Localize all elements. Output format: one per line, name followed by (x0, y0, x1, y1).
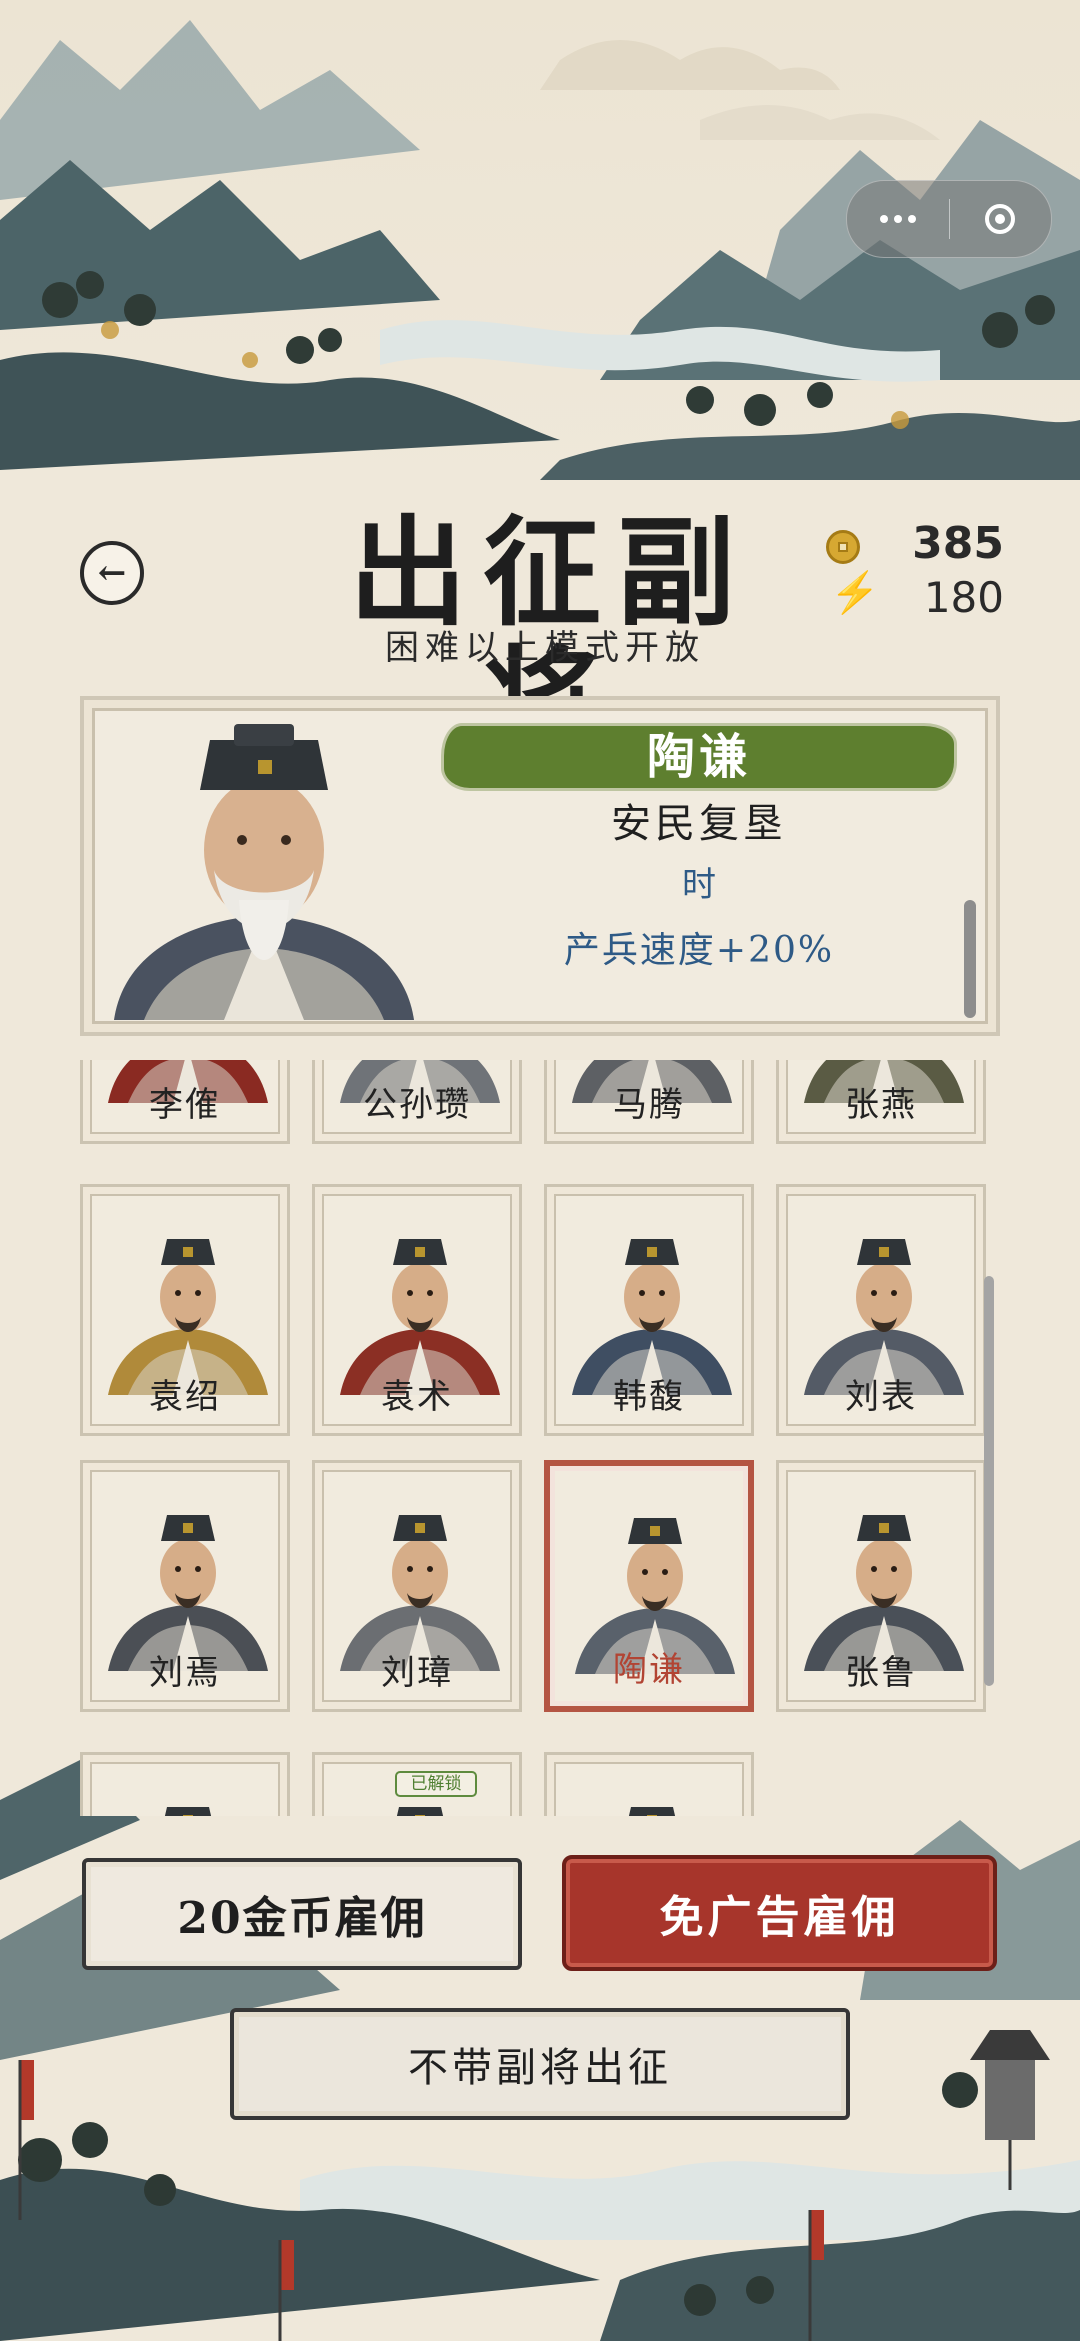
general-detail-panel: 陶谦 安民复垦 时 产兵速度+20% (80, 696, 1000, 1036)
general-card[interactable]: 公孙瓒 (312, 1060, 522, 1144)
general-card-name: 韩馥 (613, 1377, 685, 1417)
page-subtitle: 困难以上模式开放 (385, 628, 705, 668)
unlocked-badge: 已解锁 (395, 1771, 477, 1797)
general-portrait (804, 1239, 964, 1395)
general-card[interactable]: 马腾 (544, 1060, 754, 1144)
general-card[interactable]: 袁术 (312, 1184, 522, 1436)
general-portrait (804, 1515, 964, 1671)
general-skill-effect: 产兵速度+20% (563, 930, 835, 971)
general-card[interactable]: 刘表 (776, 1184, 986, 1436)
general-portrait (572, 1239, 732, 1395)
general-name-banner: 陶谦 (444, 726, 954, 788)
general-card-name: 刘焉 (149, 1653, 221, 1693)
hire-with-gold-label: 20金币雇佣 (177, 1893, 427, 1944)
general-name: 陶谦 (646, 729, 751, 785)
general-card[interactable]: 刘焉 (80, 1460, 290, 1712)
general-card[interactable]: 陶谦 (544, 1460, 754, 1712)
general-card-name: 张鲁 (845, 1653, 917, 1693)
energy-bolt-icon: ⚡ (830, 570, 880, 616)
general-card-name: 陶谦 (613, 1650, 685, 1690)
general-card[interactable]: 刘璋 (312, 1460, 522, 1712)
general-portrait (340, 1239, 500, 1395)
general-portrait (108, 1239, 268, 1395)
general-card[interactable]: 张鲁 (776, 1460, 986, 1712)
grid-scrollbar[interactable] (984, 1276, 994, 1686)
hire-with-gold-button[interactable]: 20金币雇佣 (82, 1858, 522, 1970)
march-without-general-label: 不带副将出征 (408, 2045, 672, 2091)
general-portrait (628, 1807, 676, 1816)
general-card-name: 刘璋 (381, 1653, 453, 1693)
back-button[interactable]: ← (80, 541, 144, 605)
hire-ad-free-button[interactable]: 免广告雇佣 (562, 1855, 997, 1971)
general-card-name: 袁绍 (149, 1377, 221, 1417)
general-card-name: 袁术 (381, 1377, 453, 1417)
general-skill-period: 时 (682, 865, 716, 905)
general-card-name: 公孙瓒 (363, 1085, 471, 1125)
general-portrait (340, 1515, 500, 1671)
general-card[interactable]: 李傕 (80, 1060, 290, 1144)
general-portrait (108, 1515, 268, 1671)
general-card-name: 马腾 (613, 1085, 685, 1125)
arrow-left-icon: ← (97, 553, 127, 593)
gold-coin-icon (826, 530, 860, 564)
general-card[interactable] (80, 1752, 290, 1816)
detail-scrollbar[interactable] (964, 900, 976, 1018)
general-card[interactable]: 已解锁 (312, 1752, 522, 1816)
more-dots-icon (879, 215, 916, 223)
general-grid[interactable]: 李傕 公孙瓒 马腾 张燕袁绍 袁术 韩馥 刘表刘焉 刘璋 陶谦 张鲁已解锁 (76, 1060, 996, 1816)
general-card[interactable]: 韩馥 (544, 1184, 754, 1436)
hire-ad-free-label: 免广告雇佣 (659, 1892, 900, 1943)
general-card[interactable]: 张燕 (776, 1060, 986, 1144)
energy-count: 180 (923, 573, 1004, 622)
general-portrait (164, 1807, 212, 1816)
general-card[interactable] (544, 1752, 754, 1816)
general-skill-name: 安民复垦 (611, 801, 787, 847)
general-card-name: 刘表 (845, 1377, 917, 1417)
march-without-general-button[interactable]: 不带副将出征 (230, 2008, 850, 2120)
miniprogram-capsule (846, 180, 1052, 258)
general-portrait-large (104, 720, 424, 1020)
more-menu-button[interactable] (847, 181, 949, 257)
general-card-name: 李傕 (149, 1085, 221, 1125)
gold-count: 385 (912, 518, 1004, 569)
close-miniprogram-button[interactable] (950, 181, 1052, 257)
close-target-icon (985, 204, 1016, 234)
general-card[interactable]: 袁绍 (80, 1184, 290, 1436)
general-card-name: 张燕 (845, 1085, 917, 1125)
